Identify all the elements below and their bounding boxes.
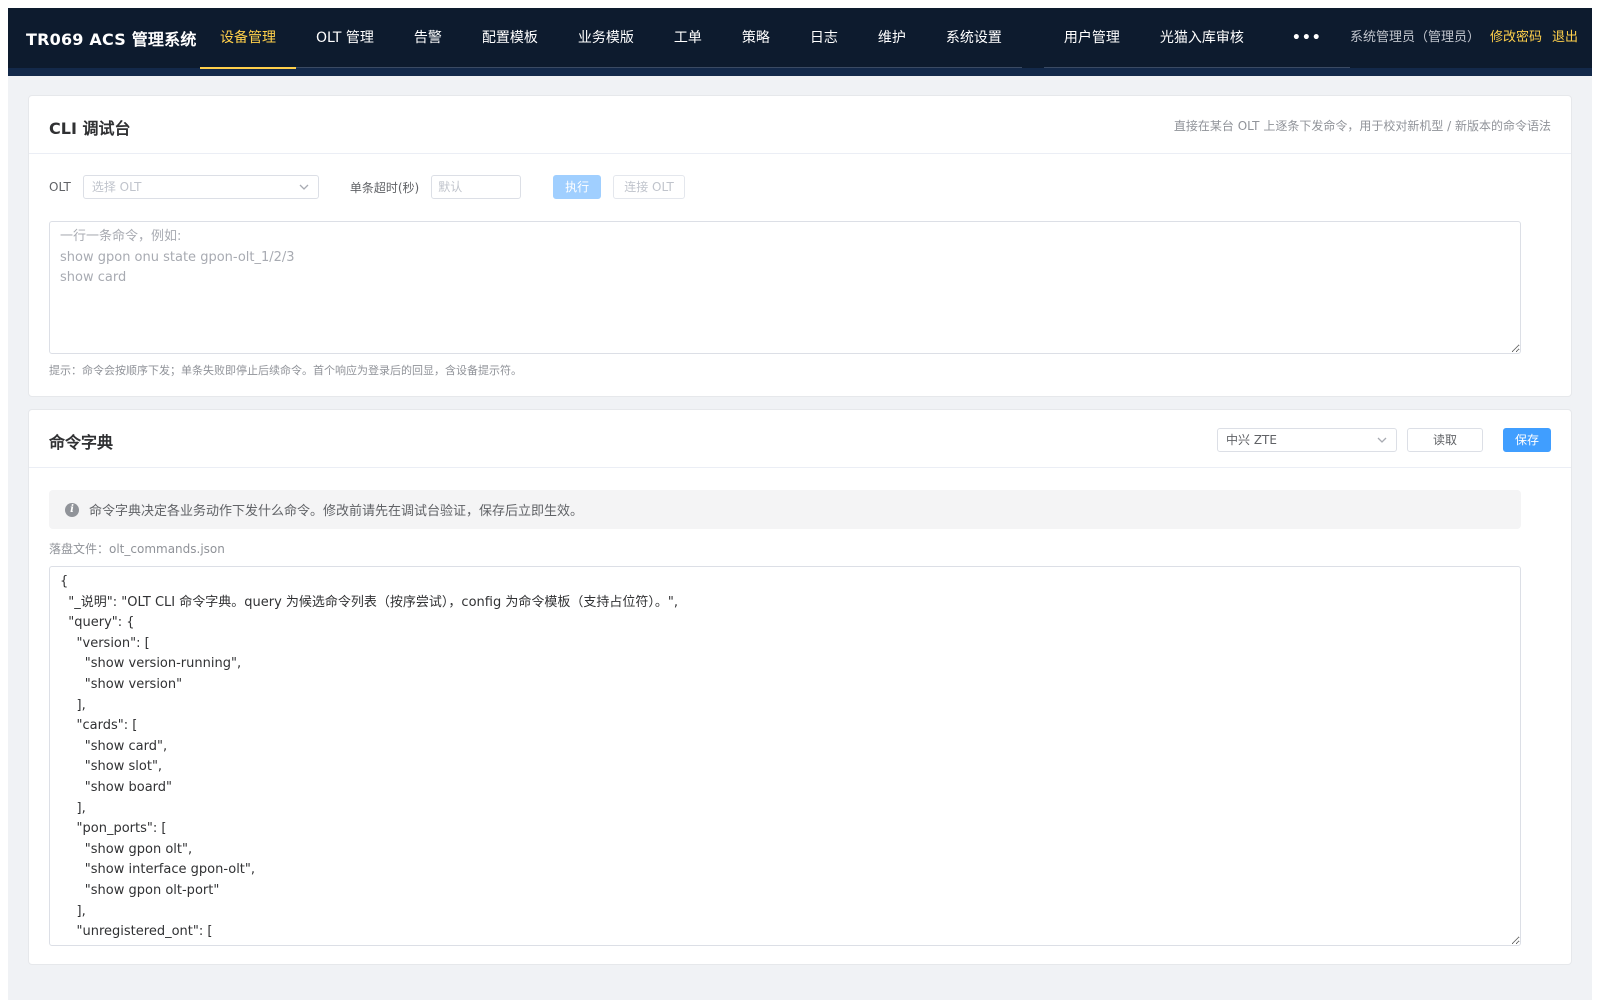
- menu-item-olt-management[interactable]: OLT 管理: [296, 8, 394, 68]
- menu-group-primary: 设备管理 OLT 管理 告警 配置模板 业务模版 工单 策略 日志 维护 系统设…: [200, 8, 1022, 69]
- menu-gap: [1022, 8, 1044, 68]
- menu-item-service-templates[interactable]: 业务模版: [558, 8, 654, 68]
- olt-select[interactable]: 选择 OLT: [82, 175, 319, 199]
- read-button[interactable]: 读取: [1407, 428, 1483, 452]
- cli-console-card: CLI 调试台 直接在某台 OLT 上逐条下发命令，用于校对新机型 / 新版本的…: [28, 95, 1572, 397]
- vendor-select-value: 中兴 ZTE: [1226, 433, 1277, 447]
- main-menu: 设备管理 OLT 管理 告警 配置模板 业务模版 工单 策略 日志 维护 系统设…: [200, 8, 1350, 69]
- menu-item-user-management[interactable]: 用户管理: [1044, 8, 1140, 68]
- info-icon: i: [65, 502, 79, 517]
- cli-controls-row: OLT 选择 OLT 单条超时(秒) 执行 连接 OLT: [49, 174, 685, 200]
- cli-card-hint: 直接在某台 OLT 上逐条下发命令，用于校对新机型 / 新版本的命令语法: [1173, 119, 1551, 133]
- menu-item-system-settings[interactable]: 系统设置: [926, 8, 1022, 68]
- dict-info-text: 命令字典决定各业务动作下发什么命令。修改前请先在调试台验证，保存后立即生效。: [89, 504, 584, 519]
- logout-link[interactable]: 退出: [1552, 8, 1578, 68]
- menu-item-work-orders[interactable]: 工单: [654, 8, 722, 68]
- menu-item-alarms[interactable]: 告警: [394, 8, 462, 68]
- vendor-select[interactable]: 中兴 ZTE: [1217, 428, 1397, 452]
- menu-item-device-management[interactable]: 设备管理: [200, 8, 296, 69]
- timeout-label: 单条超时(秒): [349, 180, 420, 195]
- app-window: TR069 ACS 管理系统 设备管理 OLT 管理 告警 配置模板 业务模版 …: [8, 8, 1592, 1000]
- current-user: 系统管理员（管理员）: [1349, 30, 1480, 45]
- menu-group-secondary: 用户管理 光猫入库审核 •••: [1043, 8, 1350, 68]
- cli-tip: 提示：命令会按顺序下发；单条失败即停止后续命令。首个响应为登录后的回显，含设备提…: [49, 364, 522, 377]
- olt-select-placeholder: 选择 OLT: [91, 180, 142, 194]
- chevron-down-icon: [1377, 437, 1387, 443]
- chevron-down-icon: [299, 184, 309, 190]
- menu-item-maintenance[interactable]: 维护: [858, 8, 926, 68]
- cli-card-header: CLI 调试台 直接在某台 OLT 上逐条下发命令，用于校对新机型 / 新版本的…: [29, 96, 1571, 154]
- cli-card-title: CLI 调试台: [49, 119, 131, 138]
- dict-card-header: 命令字典 中兴 ZTE 读取 保存: [29, 410, 1571, 468]
- dict-file-label: 落盘文件：olt_commands.json: [49, 542, 225, 556]
- menu-item-policies[interactable]: 策略: [722, 8, 790, 68]
- execute-button[interactable]: 执行: [553, 175, 602, 199]
- dictionary-editor[interactable]: { "_说明": "OLT CLI 命令字典。query 为候选命令列表（按序尝…: [49, 566, 1521, 946]
- commands-textarea[interactable]: [49, 221, 1521, 354]
- connect-olt-button[interactable]: 连接 OLT: [613, 175, 685, 199]
- dict-card-title: 命令字典: [49, 433, 114, 452]
- change-password-link[interactable]: 修改密码: [1490, 8, 1542, 68]
- user-area: 系统管理员（管理员） 修改密码 退出: [1350, 8, 1578, 68]
- dict-actions: 中兴 ZTE 读取 保存: [1217, 428, 1551, 452]
- top-navbar: TR069 ACS 管理系统 设备管理 OLT 管理 告警 配置模板 业务模版 …: [8, 8, 1592, 76]
- save-button[interactable]: 保存: [1503, 428, 1551, 452]
- brand-title: TR069 ACS 管理系统: [26, 30, 197, 49]
- menu-item-logs[interactable]: 日志: [790, 8, 858, 68]
- dict-info-alert: i 命令字典决定各业务动作下发什么命令。修改前请先在调试台验证，保存后立即生效。: [49, 490, 1521, 529]
- menu-item-ont-intake-review[interactable]: 光猫入库审核: [1140, 8, 1264, 68]
- olt-label: OLT: [49, 180, 71, 194]
- more-menu-icon[interactable]: •••: [1264, 8, 1350, 68]
- menu-item-config-templates[interactable]: 配置模板: [462, 8, 558, 68]
- command-dictionary-card: 命令字典 中兴 ZTE 读取 保存 i 命令字典决定各业务动作下发什么命令。修改…: [28, 409, 1572, 965]
- timeout-input[interactable]: [431, 175, 522, 199]
